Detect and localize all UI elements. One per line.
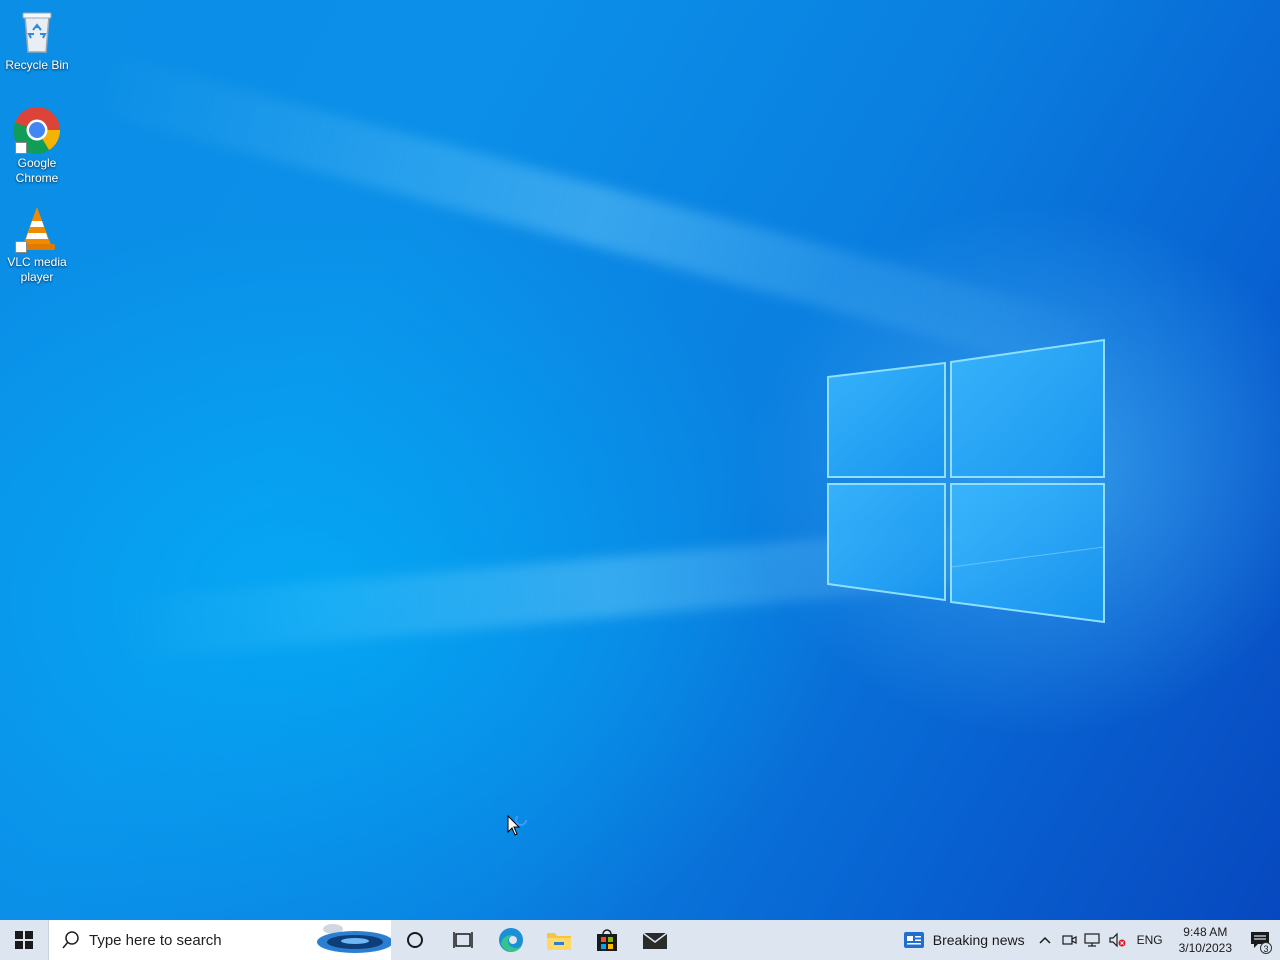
news-widget-button[interactable]: Breaking news <box>895 920 1033 960</box>
volume-muted-icon <box>1108 932 1126 948</box>
edge-icon <box>499 928 523 952</box>
desktop-icon-label: Google Chrome <box>15 156 59 185</box>
vlc-icon <box>13 205 61 253</box>
busy-cursor-icon <box>507 814 527 836</box>
shortcut-arrow-icon <box>15 241 27 253</box>
news-icon <box>903 932 924 948</box>
task-view-icon <box>453 932 473 948</box>
taskbar-app-mail[interactable] <box>631 920 679 960</box>
search-placeholder: Type here to search <box>89 931 222 949</box>
input-language-button[interactable]: ENG <box>1129 933 1171 947</box>
clock-button[interactable]: 9:48 AM 3/10/2023 <box>1171 924 1240 956</box>
light-beam <box>82 51 1112 381</box>
circle-icon <box>407 932 423 948</box>
camera-icon <box>1061 935 1077 945</box>
desktop-icon-vlc-media-player[interactable]: VLC media player <box>0 205 74 285</box>
search-icon <box>62 931 79 949</box>
chrome-icon <box>13 106 61 154</box>
chevron-up-icon <box>1039 936 1051 944</box>
search-highlight-image-icon <box>311 920 391 960</box>
mail-icon <box>642 932 668 949</box>
news-label: Breaking news <box>932 932 1025 948</box>
desktop-icon-label: Recycle Bin <box>5 58 69 72</box>
taskbar-search-box[interactable]: Type here to search <box>48 920 391 960</box>
windows-start-icon <box>15 931 33 949</box>
shortcut-arrow-icon <box>15 142 27 154</box>
store-icon <box>597 929 617 951</box>
folder-icon <box>547 933 571 950</box>
taskbar-app-file-explorer[interactable] <box>535 920 583 960</box>
start-button[interactable] <box>0 920 48 960</box>
notification-count-badge: 3 <box>1260 942 1272 954</box>
desktop-icon-google-chrome[interactable]: Google Chrome <box>0 106 74 186</box>
task-view-button[interactable] <box>439 920 487 960</box>
system-tray: Breaking news ENG 9:48 AM 3/10/2023 3 <box>895 920 1280 960</box>
show-hidden-icons-button[interactable] <box>1033 920 1057 960</box>
desktop-icon-recycle-bin[interactable]: Recycle Bin <box>0 8 74 73</box>
desktop-icon-label: VLC media player <box>7 255 67 284</box>
recycle-bin-icon <box>13 8 61 56</box>
tray-network-button[interactable] <box>1081 920 1105 960</box>
taskbar-app-microsoft-store[interactable] <box>583 920 631 960</box>
cortana-button[interactable] <box>391 920 439 960</box>
taskbar-app-microsoft-edge[interactable] <box>487 920 535 960</box>
windows-logo-wallpaper <box>827 338 1105 624</box>
network-icon <box>1083 933 1100 947</box>
desktop-background[interactable]: Recycle Bin Google Chrome VLC media play… <box>0 0 1280 920</box>
tray-meet-now-button[interactable] <box>1057 920 1081 960</box>
tray-volume-button[interactable] <box>1105 920 1129 960</box>
taskbar: Type here to search Breaking news ENG 9:… <box>0 920 1280 960</box>
clock-time: 9:48 AM <box>1183 925 1228 939</box>
action-center-button[interactable]: 3 <box>1240 920 1280 960</box>
clock-date: 3/10/2023 <box>1178 941 1232 955</box>
